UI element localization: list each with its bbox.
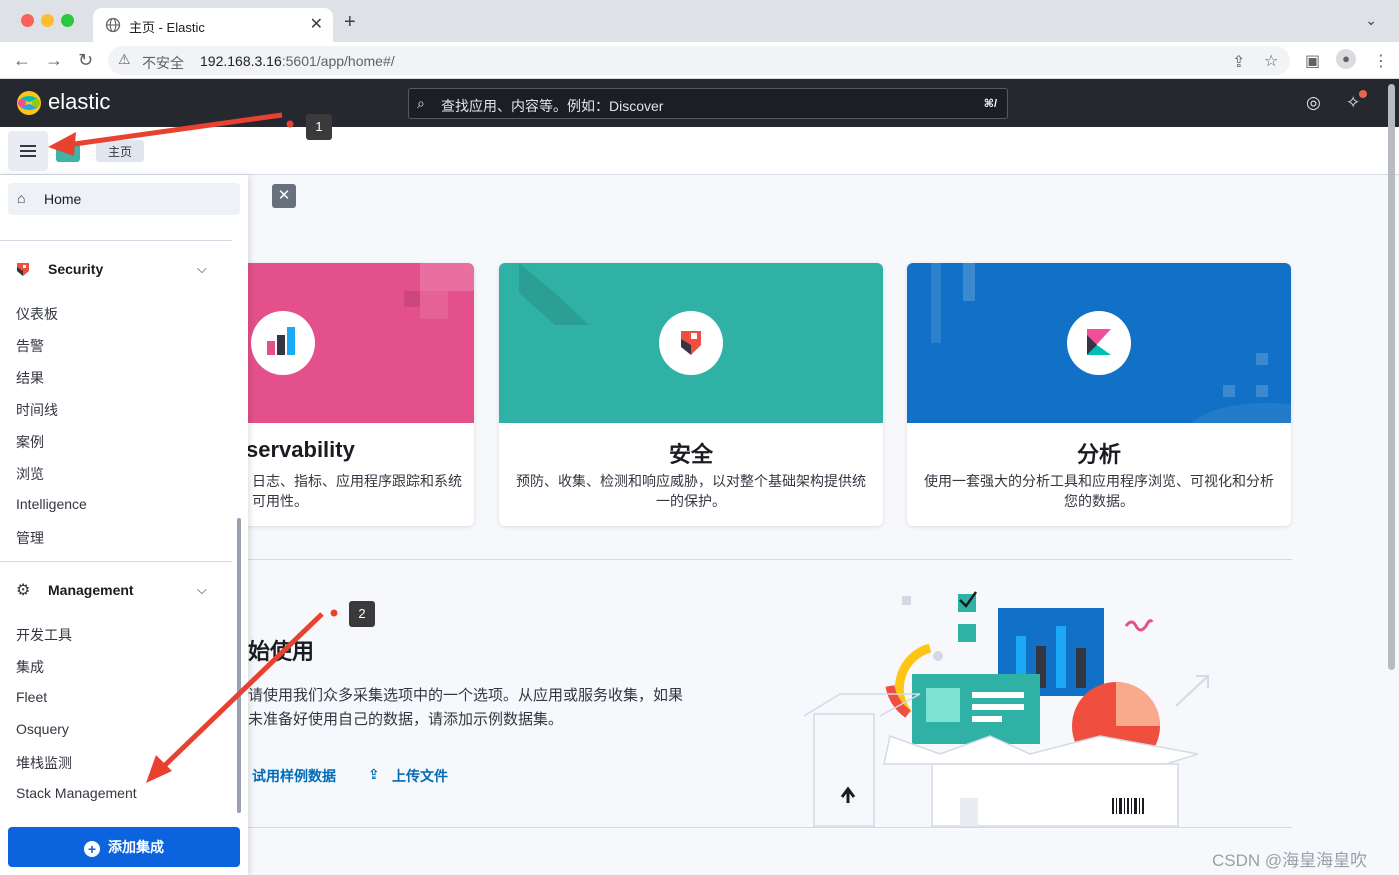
watermark: CSDN @海皇海皇吹 — [1212, 851, 1368, 870]
kibana-header: elastic ⌕ 查找应用、内容等。例如：Discover ⌘/ ◎ ✧ — [0, 79, 1399, 127]
nav-link-integrations[interactable]: 集成 — [16, 657, 44, 677]
section-divider — [248, 559, 1292, 560]
page-scrollbar[interactable] — [1388, 84, 1395, 670]
insecure-label: 不安全 — [142, 55, 184, 71]
annotation-badge-2: 2 — [349, 601, 375, 627]
side-panel-icon[interactable]: ▣ — [1305, 51, 1320, 71]
nav-group-management[interactable]: ⚙ Management ⌵ — [16, 578, 216, 602]
section-divider — [248, 827, 1292, 828]
space-avatar[interactable] — [56, 142, 80, 162]
reload-icon[interactable]: ↻ — [78, 50, 93, 71]
breadcrumb-bar: 主页 — [0, 127, 1399, 175]
shield-icon — [659, 311, 723, 375]
nav-link-fleet[interactable]: Fleet — [16, 689, 47, 705]
keyboard-shortcut-badge: ⌘/ — [983, 98, 997, 110]
url-input[interactable]: ⚠ 不安全 192.168.3.16:5601/app/home#/ ⇪ ☆ — [108, 46, 1290, 75]
home-icon: ⌂ — [17, 190, 26, 206]
nav-divider — [0, 561, 232, 562]
address-bar-row: ← → ↻ ⚠ 不安全 192.168.3.16:5601/app/home#/… — [0, 42, 1399, 79]
solution-card-security[interactable]: 安全 预防、收集、检测和响应威胁，以对整个基础架构提供统一的保护。 — [499, 263, 883, 526]
nav-group-label: Security — [48, 261, 104, 277]
upload-file-link[interactable]: 上传文件 — [392, 766, 448, 786]
nav-link-cases[interactable]: 案例 — [16, 432, 44, 452]
nav-scrollbar[interactable] — [237, 518, 241, 813]
card-title: 安全 — [668, 442, 713, 467]
getting-started-illustration — [803, 591, 1209, 827]
browser-tab-bar: 主页 - Elastic ✕ + ⌄ — [0, 0, 1399, 42]
nav-link-alerts[interactable]: 告警 — [16, 336, 44, 356]
elastic-logo-icon[interactable] — [16, 90, 42, 116]
kibana-logo-icon — [1067, 311, 1131, 375]
nav-link-intelligence[interactable]: Intelligence — [16, 496, 87, 512]
new-tab-icon[interactable]: + — [344, 11, 356, 34]
close-icon[interactable]: ✕ — [272, 184, 296, 208]
nav-link-osquery[interactable]: Osquery — [16, 721, 69, 737]
nav-link-stack-management[interactable]: Stack Management — [16, 785, 137, 801]
solution-card-analytics[interactable]: 分析 使用一套强大的分析工具和应用程序浏览、可视化和分析您的数据。 — [907, 263, 1291, 526]
card-title: servability — [248, 437, 355, 462]
nav-link-manage[interactable]: 管理 — [16, 528, 44, 548]
close-window-button[interactable] — [21, 14, 34, 27]
card-description: 日志、指标、应用程序跟踪和系统可用性。 — [252, 473, 462, 509]
notification-dot — [1359, 90, 1367, 98]
nav-link-findings[interactable]: 结果 — [16, 368, 44, 388]
home-main-content: ✕ servability 日志、指标、应用程序跟踪和系统可用性。 安全 预防、… — [248, 176, 1399, 875]
search-placeholder: 查找应用、内容等。例如：Discover — [441, 98, 664, 114]
security-shield-icon — [17, 263, 29, 276]
try-sample-data-link[interactable]: 试用样例数据 — [252, 766, 336, 786]
nav-group-security[interactable]: Security ⌵ — [16, 257, 216, 281]
nav-link-stack-monitoring[interactable]: 堆栈监测 — [16, 753, 72, 773]
url-text: 192.168.3.16:5601/app/home#/ — [200, 53, 395, 69]
search-icon: ⌕ — [417, 95, 425, 111]
news-feed-icon[interactable]: ✧ — [1346, 93, 1360, 113]
chevron-down-icon[interactable]: ⌵ — [197, 582, 207, 598]
maximize-window-button[interactable] — [61, 14, 74, 27]
observability-logo-icon — [251, 311, 315, 375]
chevron-down-icon[interactable]: ⌵ — [197, 261, 207, 277]
side-navigation: ⌂ Home Security ⌵ 仪表板 告警 结果 时间线 案例 浏览 In… — [0, 175, 248, 875]
add-integration-button[interactable]: + 添加集成 — [8, 827, 240, 867]
upload-icon: ⇪ — [368, 766, 380, 782]
gear-icon: ⚙ — [16, 582, 31, 599]
annotation-badge-1: 1 — [306, 114, 332, 140]
nav-group-label: Management — [48, 582, 134, 598]
share-icon[interactable]: ⇪ — [1232, 52, 1245, 72]
globe-icon — [105, 17, 121, 33]
getting-started-title: 始使用 — [248, 639, 315, 664]
card-description: 预防、收集、检测和响应威胁，以对整个基础架构提供统一的保护。 — [516, 473, 866, 509]
warning-icon: ⚠ — [118, 51, 131, 67]
plus-circle-icon: + — [84, 841, 100, 857]
nav-home-item[interactable]: ⌂ Home — [8, 183, 240, 215]
nav-link-timelines[interactable]: 时间线 — [16, 400, 58, 420]
browser-tab[interactable]: 主页 - Elastic ✕ — [93, 8, 333, 42]
nav-divider — [0, 240, 232, 241]
brand-name: elastic — [48, 89, 111, 114]
getting-started-description: 请使用我们众多采集选项中的一个选项。从应用或服务收集，如果未准备好使用自己的数据… — [248, 687, 684, 728]
profile-avatar-icon[interactable]: ● — [1336, 49, 1356, 69]
bookmark-star-icon[interactable]: ☆ — [1264, 51, 1278, 71]
card-description: 使用一套强大的分析工具和应用程序浏览、可视化和分析您的数据。 — [924, 473, 1274, 509]
minimize-window-button[interactable] — [41, 14, 54, 27]
card-title: 分析 — [1076, 442, 1121, 467]
close-tab-icon[interactable]: ✕ — [310, 14, 323, 34]
nav-link-explore[interactable]: 浏览 — [16, 464, 44, 484]
help-icon[interactable]: ◎ — [1306, 93, 1321, 113]
global-search-input[interactable]: ⌕ 查找应用、内容等。例如：Discover ⌘/ — [408, 88, 1008, 119]
add-integration-label: 添加集成 — [108, 839, 164, 855]
nav-home-label: Home — [44, 191, 82, 207]
tab-title: 主页 - Elastic — [129, 20, 205, 35]
menu-toggle-button[interactable] — [8, 131, 48, 171]
solution-card-observability[interactable]: servability 日志、指标、应用程序跟踪和系统可用性。 — [248, 263, 474, 526]
nav-link-dashboard[interactable]: 仪表板 — [16, 304, 58, 324]
chevron-down-icon[interactable]: ⌄ — [1365, 12, 1377, 29]
forward-icon[interactable]: → — [45, 50, 63, 71]
more-menu-icon[interactable]: ⋮ — [1373, 51, 1389, 71]
nav-link-dev-tools[interactable]: 开发工具 — [16, 625, 72, 645]
breadcrumb-home[interactable]: 主页 — [96, 140, 145, 162]
back-icon[interactable]: ← — [13, 50, 31, 71]
